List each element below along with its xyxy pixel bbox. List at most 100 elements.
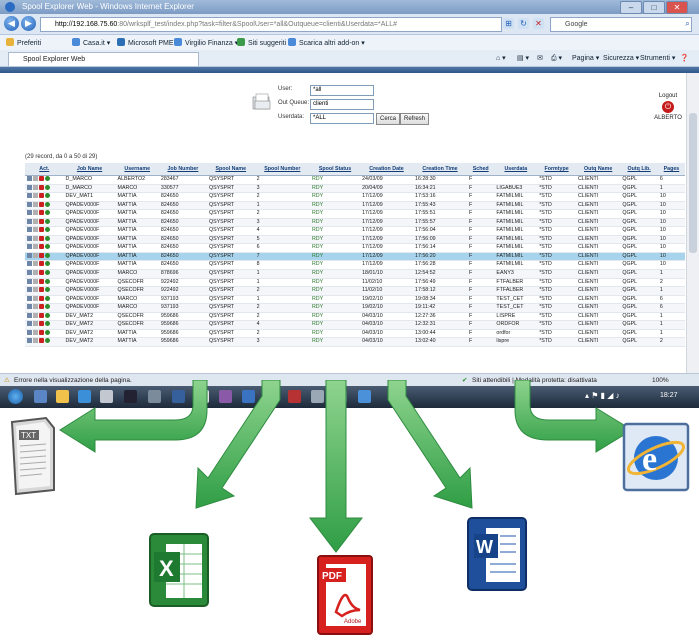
export-icon[interactable] [45, 270, 50, 276]
search-field[interactable]: Google [550, 17, 692, 32]
properties-icon[interactable] [33, 252, 38, 258]
export-icon[interactable] [45, 278, 50, 284]
table-row[interactable]: QPADEV000F QSECOFR 922492 QSYSPRT 2 RDY 11/02/… [25, 286, 685, 296]
table-row[interactable]: QPADEV000F MATTIA 824650 QSYSPRT 2 RDY 17/12/0… [25, 209, 685, 219]
favorite-item[interactable]: Siti suggeriti ▾ [237, 38, 292, 47]
delete-icon[interactable] [39, 235, 44, 241]
column-header[interactable]: Job Name [63, 163, 116, 176]
view-icon[interactable] [27, 201, 32, 207]
properties-icon[interactable] [33, 235, 38, 241]
table-row[interactable]: QPADEV000F MATTIA 824650 QSYSPRT 5 RDY 17/12/0… [25, 235, 685, 245]
delete-icon[interactable] [39, 218, 44, 224]
home-icon[interactable]: ⌂ ▾ [496, 54, 506, 62]
tool-tools[interactable]: Strumenti ▾ [640, 54, 675, 62]
properties-icon[interactable] [33, 184, 38, 190]
delete-icon[interactable] [39, 210, 44, 216]
table-row[interactable]: QPADEV000F MARCO 878696 QSYSPRT 1 RDY 18/01/10… [25, 269, 685, 279]
view-icon[interactable] [27, 312, 32, 318]
close-button[interactable]: ✕ [666, 1, 688, 14]
properties-icon[interactable] [33, 270, 38, 276]
search-icon[interactable]: ⌕ [682, 18, 693, 29]
delete-icon[interactable] [39, 312, 44, 318]
export-icon[interactable] [45, 287, 50, 293]
properties-icon[interactable] [33, 244, 38, 250]
table-row[interactable]: DEV_MAT2 QSECOFR 959686 QSYSPRT 2 RDY 04/03/10… [25, 312, 685, 322]
delete-icon[interactable] [39, 227, 44, 233]
table-row[interactable]: QPADEV000F MATTIA 824650 QSYSPRT 6 RDY 17/12/0… [25, 243, 685, 253]
table-row[interactable]: QPADEV000F QSECOFR 922492 QSYSPRT 1 RDY 11/02/… [25, 278, 685, 288]
forward-button[interactable]: ▶ [21, 16, 36, 31]
search-button[interactable]: Cerca [376, 113, 401, 125]
view-icon[interactable] [27, 304, 32, 310]
column-header[interactable]: Outq Lib. [620, 163, 658, 176]
export-icon[interactable] [45, 176, 50, 181]
favorite-item[interactable]: Casa.it ▾ [72, 38, 110, 47]
column-header[interactable]: Sched [467, 163, 495, 176]
delete-icon[interactable] [39, 184, 44, 190]
delete-icon[interactable] [39, 321, 44, 327]
scrollbar-thumb[interactable] [689, 113, 697, 253]
column-header[interactable]: Userdata [494, 163, 538, 176]
delete-icon[interactable] [39, 201, 44, 207]
properties-icon[interactable] [33, 193, 38, 199]
view-icon[interactable] [27, 261, 32, 267]
table-row[interactable]: D_MARCO ALBERTO2 283467 QSYSPRT 2 RDY 24/03/09… [25, 175, 685, 185]
export-icon[interactable] [45, 210, 50, 216]
properties-icon[interactable] [33, 227, 38, 233]
properties-icon[interactable] [33, 312, 38, 318]
stop-icon[interactable]: ✕ [533, 18, 544, 29]
vertical-scrollbar[interactable] [686, 73, 699, 373]
power-icon[interactable]: ⏻ [662, 101, 674, 113]
tool-page[interactable]: Pagina ▾ [572, 54, 599, 62]
delete-icon[interactable] [39, 295, 44, 301]
view-icon[interactable] [27, 227, 32, 233]
export-icon[interactable] [45, 304, 50, 310]
export-icon[interactable] [45, 227, 50, 233]
table-row[interactable]: DEV_MAT2 MATTIA 959686 QSYSPRT 3 RDY 04/03/10 1… [25, 337, 685, 347]
refresh-icon[interactable]: ↻ [518, 18, 529, 29]
favorite-item[interactable]: Virgilio Finanza ▾ [174, 38, 238, 47]
view-icon[interactable] [27, 176, 32, 181]
view-icon[interactable] [27, 329, 32, 335]
table-row[interactable]: QPADEV000F MARCO 937193 QSYSPRT 2 RDY 19/02/10… [25, 303, 685, 313]
table-row[interactable]: DEV_MAT2 QSECOFR 959686 QSYSPRT 4 RDY 04/03/10… [25, 320, 685, 330]
table-row[interactable]: QPADEV000F MATTIA 824650 QSYSPRT 4 RDY 17/12/0… [25, 226, 685, 236]
delete-icon[interactable] [39, 287, 44, 293]
export-icon[interactable] [45, 218, 50, 224]
delete-icon[interactable] [39, 176, 44, 181]
favorite-item[interactable]: Microsoft PME ▾ [117, 38, 179, 47]
export-icon[interactable] [45, 312, 50, 318]
mail-icon[interactable]: ✉ [537, 54, 543, 62]
view-icon[interactable] [27, 321, 32, 327]
refresh-button[interactable]: Refresh [400, 113, 430, 125]
tool-security[interactable]: Sicurezza ▾ [603, 54, 639, 62]
column-header[interactable]: Spool Name [206, 163, 255, 176]
back-button[interactable]: ◀ [4, 16, 19, 31]
properties-icon[interactable] [33, 295, 38, 301]
properties-icon[interactable] [33, 218, 38, 224]
delete-icon[interactable] [39, 244, 44, 250]
table-row[interactable]: QPADEV000F MARCO 937193 QSYSPRT 1 RDY 19/02/10… [25, 295, 685, 305]
properties-icon[interactable] [33, 321, 38, 327]
column-header[interactable]: Creation Time [413, 163, 468, 176]
column-header[interactable]: Outq Name [575, 163, 621, 176]
properties-icon[interactable] [33, 261, 38, 267]
url-field[interactable]: http://192.168.75.60:80/wrksplf_test/ind… [40, 17, 502, 32]
delete-icon[interactable] [39, 193, 44, 199]
properties-icon[interactable] [33, 287, 38, 293]
logout-area[interactable]: Logout ⏻ ALBERTO [650, 93, 686, 121]
export-icon[interactable] [45, 184, 50, 190]
export-icon[interactable] [45, 329, 50, 335]
column-header[interactable]: Spool Number [254, 163, 310, 176]
table-row[interactable]: DEV_MAT2 MATTIA 959686 QSYSPRT 2 RDY 04/03/10 1… [25, 329, 685, 339]
delete-icon[interactable] [39, 329, 44, 335]
export-icon[interactable] [45, 338, 50, 344]
column-header[interactable]: Formtype [537, 163, 576, 176]
properties-icon[interactable] [33, 176, 38, 181]
delete-icon[interactable] [39, 338, 44, 344]
table-row[interactable]: QPADEV000F MATTIA 824650 QSYSPRT 7 RDY 17/12/0… [25, 252, 685, 262]
help-icon[interactable]: ❓ [680, 54, 689, 62]
view-icon[interactable] [27, 295, 32, 301]
minimize-button[interactable]: – [620, 1, 642, 14]
outqueue-input[interactable]: clienti [310, 99, 374, 110]
